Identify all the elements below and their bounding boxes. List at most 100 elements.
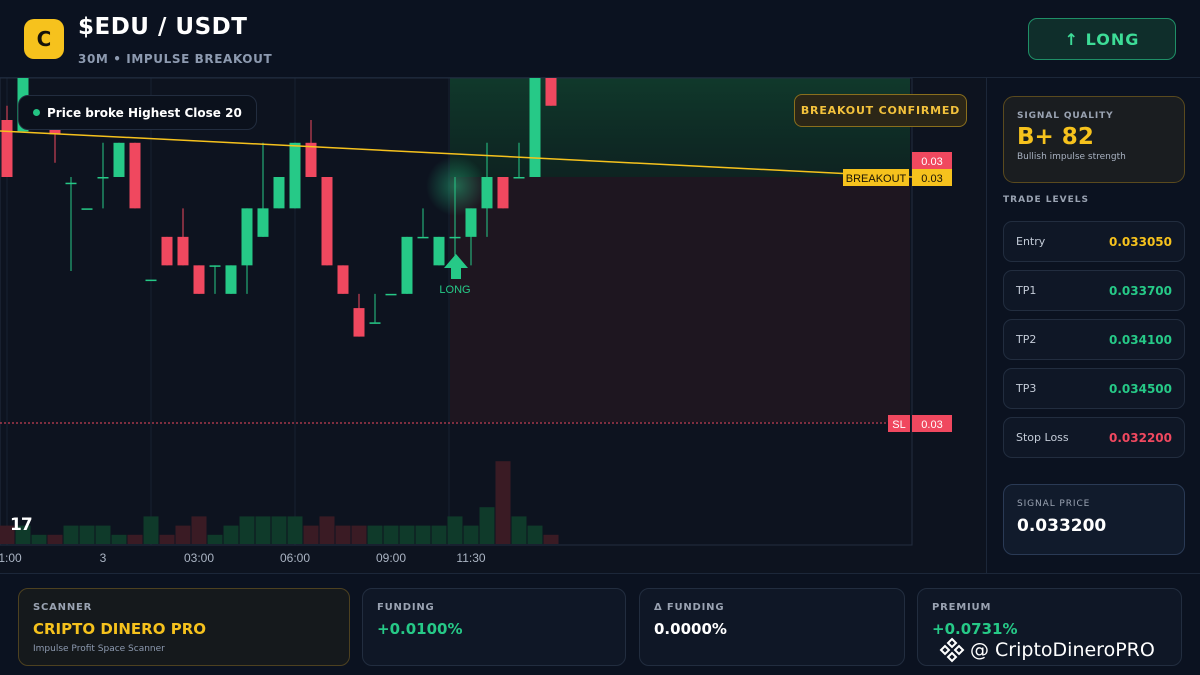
candle-body	[273, 177, 285, 209]
scanner-name: CRIPTO DINERO PRO	[33, 620, 206, 638]
long-marker-label: LONG	[439, 284, 470, 296]
trade-levels-title: TRADE LEVELS	[1003, 195, 1089, 205]
funding-card: FUNDING +0.0100%	[362, 588, 626, 666]
candle	[241, 208, 253, 294]
signal-quality-grade: B+ 82	[1017, 124, 1094, 150]
x-tick-label: 3	[100, 551, 107, 565]
candle-body	[193, 265, 205, 294]
candle	[385, 293, 397, 296]
candlestick-chart[interactable]: LONG 0.03 BREAKOUT 0.03 SL 0.03 1:00 3 03:…	[0, 78, 986, 573]
candle-body	[433, 236, 445, 266]
pair-subtitle: 30M • IMPULSE BREAKOUT	[78, 52, 273, 66]
candle-body	[289, 142, 301, 209]
sl-label: SL	[892, 419, 905, 431]
pair-title: $EDU / USDT	[78, 14, 248, 40]
candle-body	[513, 177, 525, 179]
candle	[529, 78, 541, 177]
candle	[81, 208, 93, 210]
candle	[225, 265, 237, 294]
candle-body	[385, 293, 397, 296]
candle-body	[97, 177, 109, 179]
candle-body	[401, 236, 413, 294]
candle-body	[209, 265, 221, 267]
candle-body	[129, 142, 141, 209]
x-tick-label: 03:00	[184, 551, 214, 565]
candle	[113, 142, 125, 177]
volume-bar	[399, 525, 415, 544]
volume-bar	[255, 516, 271, 544]
candle	[353, 293, 365, 337]
candle-body	[529, 78, 541, 177]
top-bar: C $EDU / USDT 30M • IMPULSE BREAKOUT ↑ L…	[0, 0, 1200, 78]
level-row-entry: Entry 0.033050	[1003, 221, 1185, 262]
scanner-subtitle: Impulse Profit Space Scanner	[33, 644, 165, 654]
signal-price-label: SIGNAL PRICE	[1017, 499, 1091, 509]
volume-bar	[63, 525, 79, 544]
tradingview-logo-icon[interactable]: 17	[10, 515, 33, 535]
x-tick-label: 11:30	[456, 551, 485, 565]
level-name: Entry	[1016, 235, 1046, 248]
candle-body	[113, 142, 125, 177]
delta-funding-value: 0.0000%	[654, 620, 727, 638]
volume-bar	[431, 525, 447, 544]
price-tag-breakout: 0.03	[921, 173, 942, 185]
candle	[129, 142, 141, 209]
signal-reason-pill: Price broke Highest Close 20	[18, 95, 257, 130]
candle-body	[81, 208, 93, 210]
signal-reason-text: Price broke Highest Close 20	[47, 105, 242, 120]
candle-body	[225, 265, 237, 294]
volume-bar	[495, 461, 511, 544]
volume-bar	[463, 525, 479, 544]
candle-body	[145, 279, 157, 282]
candle-body	[177, 236, 189, 266]
candle	[97, 142, 109, 209]
volume-bar	[383, 525, 399, 544]
status-dot-icon	[33, 109, 40, 116]
candle	[65, 177, 77, 272]
level-value: 0.033700	[1108, 283, 1172, 298]
candle	[1, 105, 13, 177]
candle	[545, 78, 557, 106]
level-name: TP1	[1016, 284, 1037, 297]
volume-bar	[447, 516, 463, 544]
x-tick-label: 09:00	[376, 551, 406, 565]
signal-price-value: 0.033200	[1017, 516, 1107, 536]
risk-zone	[450, 177, 910, 422]
volume-bar	[527, 525, 543, 544]
candle	[177, 208, 189, 266]
candle-body	[1, 120, 13, 177]
level-row-tp1: TP1 0.033700	[1003, 270, 1185, 311]
volume-bar	[303, 525, 319, 544]
signal-quality-card: SIGNAL QUALITY B+ 82 Bullish impulse str…	[1003, 96, 1185, 183]
delta-funding-label: Δ FUNDING	[654, 602, 725, 613]
volume-bar	[543, 534, 559, 544]
funding-value: +0.0100%	[377, 620, 463, 638]
premium-label: PREMIUM	[932, 602, 992, 613]
candle	[161, 236, 173, 266]
breakout-glow	[426, 156, 486, 216]
candle	[417, 208, 429, 239]
x-axis-ticks: 1:00 3 03:00 06:00 09:00 11:30	[0, 551, 486, 565]
scanner-card: SCANNER CRIPTO DINERO PRO Impulse Profit…	[18, 588, 350, 666]
candle-body	[321, 177, 333, 266]
level-name: TP3	[1016, 382, 1037, 395]
volume-bar	[175, 525, 191, 544]
watermark: @ CriptoDineroPRO	[938, 636, 1155, 664]
price-chart[interactable]: LONG 0.03 BREAKOUT 0.03 SL 0.03 1:00 3 03:…	[0, 78, 986, 573]
long-direction-button[interactable]: ↑ LONG	[1028, 18, 1176, 60]
scanner-label: SCANNER	[33, 602, 93, 613]
volume-bar	[95, 525, 111, 544]
candle-body	[449, 236, 461, 239]
binance-logo-icon	[939, 637, 965, 663]
candle	[497, 177, 509, 209]
volume-bar	[367, 525, 383, 544]
level-row-tp3: TP3 0.034500	[1003, 368, 1185, 409]
volume-bar	[479, 507, 495, 544]
price-tag-top: 0.03	[921, 156, 942, 168]
level-row-tp2: TP2 0.034100	[1003, 319, 1185, 360]
volume-bar	[239, 516, 255, 544]
volume-bar	[79, 525, 95, 544]
candle	[209, 265, 221, 294]
level-name: TP2	[1016, 333, 1037, 346]
candle-body	[337, 265, 349, 294]
